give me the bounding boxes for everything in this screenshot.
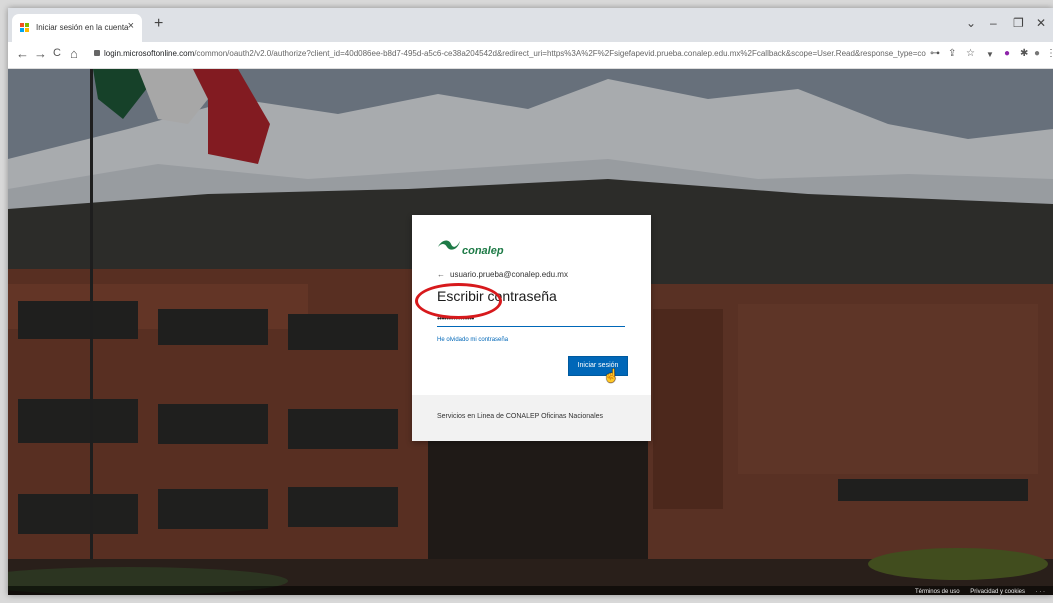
address-bar[interactable]: login.microsoftonline.com/common/oauth2/…: [88, 44, 926, 64]
more-options-icon[interactable]: · · ·: [1036, 589, 1045, 595]
browser-toolbar: ← → C ⌂ login.microsoftonline.com/common…: [8, 42, 1053, 69]
conalep-logo-icon: [438, 240, 460, 250]
page-footer: Términos de uso Privacidad y cookies · ·…: [8, 586, 1053, 595]
tab-close-icon[interactable]: ×: [128, 20, 134, 32]
new-tab-icon[interactable]: +: [154, 15, 163, 33]
minimize-icon[interactable]: –: [990, 16, 997, 30]
extension-icon[interactable]: ●: [1004, 48, 1010, 59]
browser-tab[interactable]: Iniciar sesión en la cuenta ×: [12, 14, 142, 42]
annotation-circle: [415, 283, 502, 319]
org-footer-text: Servicios en Linea de CONALEP Oficinas N…: [437, 413, 604, 420]
microsoft-favicon-icon: [20, 23, 30, 33]
key-icon[interactable]: ⊶: [930, 48, 940, 59]
share-icon[interactable]: ⇪: [948, 48, 956, 59]
conalep-logo-text: conalep: [462, 245, 504, 257]
tab-strip: Iniciar sesión en la cuenta × + ⌄ – ❐ ✕: [8, 8, 1053, 42]
maximize-icon[interactable]: ❐: [1013, 16, 1024, 30]
reload-icon[interactable]: C: [53, 47, 61, 59]
account-back-row[interactable]: ← usuario.prueba@conalep.edu.mx: [437, 270, 568, 279]
privacy-link[interactable]: Privacidad y cookies: [970, 589, 1025, 595]
tab-title: Iniciar sesión en la cuenta: [36, 23, 129, 32]
tab-search-icon[interactable]: ⌄: [966, 16, 976, 30]
profile-icon[interactable]: ●: [1034, 48, 1040, 59]
browser-window: Iniciar sesión en la cuenta × + ⌄ – ❐ ✕ …: [8, 8, 1053, 595]
login-card: conalep ← usuario.prueba@conalep.edu.mx E…: [412, 215, 651, 441]
url-path: /common/oauth2/v2.0/authorize?client_id=…: [194, 49, 926, 58]
home-icon[interactable]: ⌂: [70, 46, 78, 61]
card-footer: Servicios en Linea de CONALEP Oficinas N…: [412, 395, 651, 441]
account-email: usuario.prueba@conalep.edu.mx: [450, 270, 568, 279]
forward-icon[interactable]: →: [34, 46, 47, 61]
menu-icon[interactable]: ⋮: [1046, 48, 1053, 59]
close-window-icon[interactable]: ✕: [1036, 16, 1046, 30]
puzzle-extensions-icon[interactable]: ✱: [1020, 48, 1028, 59]
forgot-password-link[interactable]: He olvidado mi contraseña: [437, 337, 508, 343]
back-icon[interactable]: ←: [16, 46, 29, 61]
login-page: conalep ← usuario.prueba@conalep.edu.mx E…: [8, 69, 1053, 595]
star-icon[interactable]: ☆: [966, 48, 975, 59]
hand-cursor-icon: ☝: [603, 368, 620, 383]
back-arrow-icon[interactable]: ←: [437, 270, 445, 279]
filter-extension-icon[interactable]: ▼: [986, 50, 994, 59]
terms-link[interactable]: Términos de uso: [915, 589, 960, 595]
url-host: login.microsoftonline.com: [104, 49, 195, 58]
